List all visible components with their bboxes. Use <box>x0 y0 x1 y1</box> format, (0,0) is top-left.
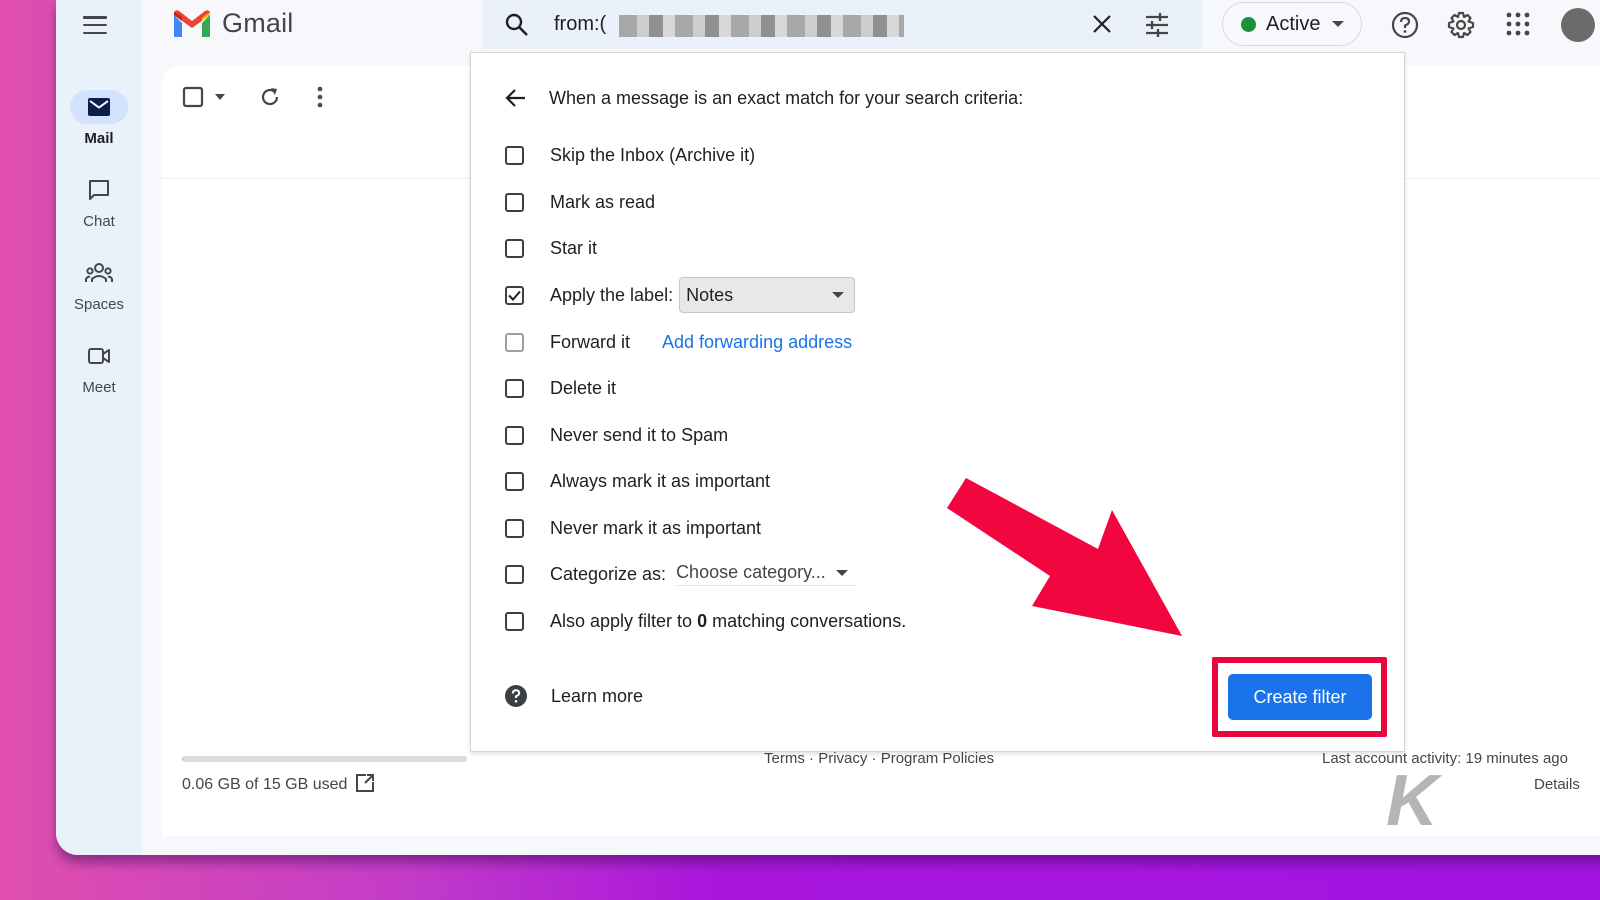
option-label: Never send it to Spam <box>550 424 729 445</box>
categorize-checkbox[interactable] <box>505 564 524 584</box>
apply-label-checkbox[interactable] <box>505 285 524 305</box>
skip-inbox-checkbox[interactable] <box>505 145 524 165</box>
option-apply-existing: Also apply filter to 0 matching conversa… <box>505 608 906 634</box>
help-circle-icon <box>505 685 527 707</box>
chevron-down-icon <box>1332 21 1345 27</box>
app-name: Gmail <box>222 8 294 38</box>
option-label: Categorize as: <box>550 563 667 584</box>
last-account-activity: Last account activity: 19 minutes ago <box>1322 750 1568 767</box>
panel-title: When a message is an exact match for you… <box>549 88 1024 108</box>
option-label: Skip the Inbox (Archive it) <box>550 144 756 165</box>
mark-as-read-checkbox[interactable] <box>505 192 524 212</box>
rail-item-chat[interactable]: Chat <box>56 173 142 230</box>
option-label-before: Also apply filter to <box>550 610 698 631</box>
never-important-checkbox[interactable] <box>505 518 524 538</box>
navigation-rail: Mail Chat Spaces Meet <box>56 0 142 855</box>
rail-label: Spaces <box>73 296 125 313</box>
program-policies-link[interactable]: Program Policies <box>881 750 994 767</box>
mail-icon <box>88 98 110 116</box>
search-icon[interactable] <box>504 12 530 38</box>
storage-progress-fill <box>182 756 184 762</box>
learn-more-link[interactable]: Learn more <box>505 685 643 707</box>
rail-label: Chat <box>83 213 115 230</box>
gmail-logo[interactable]: Gmail <box>172 8 294 39</box>
option-label: Delete it <box>550 377 617 398</box>
privacy-link[interactable]: Privacy <box>818 750 867 767</box>
help-icon[interactable] <box>1390 10 1420 40</box>
clear-search-icon[interactable] <box>1090 12 1114 36</box>
rail-item-meet[interactable]: Meet <box>56 339 142 396</box>
gmail-m-logo-icon <box>174 9 210 37</box>
option-skip-inbox: Skip the Inbox (Archive it) <box>505 142 755 168</box>
more-options-icon[interactable] <box>316 86 324 108</box>
option-label: Never mark it as important <box>550 517 762 538</box>
search-query[interactable]: from:( <box>554 13 606 36</box>
option-label: Apply the label: <box>550 284 674 305</box>
option-never-important: Never mark it as important <box>505 515 761 541</box>
rail-item-mail[interactable]: Mail <box>56 90 142 147</box>
forward-it-checkbox[interactable] <box>505 332 524 352</box>
option-always-important: Always mark it as important <box>505 468 770 494</box>
never-spam-checkbox[interactable] <box>505 425 524 445</box>
option-label: Always mark it as important <box>550 470 771 491</box>
open-in-new-icon[interactable] <box>354 772 376 794</box>
option-mark-read: Mark as read <box>505 189 655 215</box>
star-it-checkbox[interactable] <box>505 238 524 258</box>
refresh-icon[interactable] <box>258 85 282 109</box>
filter-actions-panel: When a message is an exact match for you… <box>470 52 1405 752</box>
option-label-after: matching conversations. <box>707 610 907 631</box>
label-select-value: Notes <box>686 284 734 305</box>
chat-icon <box>89 180 109 200</box>
option-never-spam: Never send it to Spam <box>505 422 728 448</box>
chevron-down-icon <box>835 569 848 576</box>
account-avatar[interactable] <box>1561 8 1595 42</box>
select-all-checkbox[interactable] <box>182 86 204 108</box>
option-delete-it: Delete it <box>505 375 616 401</box>
chevron-down-icon <box>832 292 845 298</box>
option-label: Star it <box>550 237 598 258</box>
select-dropdown-icon[interactable] <box>214 93 226 101</box>
option-apply-label: Apply the label: Notes <box>505 277 856 313</box>
category-select-dropdown[interactable]: Choose category... <box>676 562 857 586</box>
delete-it-checkbox[interactable] <box>505 378 524 398</box>
category-select-value: Choose category... <box>676 562 826 582</box>
label-select-dropdown[interactable]: Notes <box>679 277 856 313</box>
option-star-it: Star it <box>505 235 597 261</box>
learn-more-label: Learn more <box>551 685 644 706</box>
option-label: Mark as read <box>550 191 656 212</box>
search-options-icon[interactable] <box>1144 12 1170 38</box>
footer-separator: · <box>867 750 881 767</box>
always-important-checkbox[interactable] <box>505 471 524 491</box>
terms-link[interactable]: Terms <box>764 750 805 767</box>
hamburger-menu-icon[interactable] <box>83 13 107 37</box>
matching-count: 0 <box>697 610 708 631</box>
option-categorize: Categorize as: Choose category... <box>505 561 857 587</box>
storage-usage-text: 0.06 GB of 15 GB used <box>182 776 348 793</box>
watermark-logo: K <box>1386 761 1438 841</box>
rail-item-spaces[interactable]: Spaces <box>56 256 142 313</box>
redacted-email <box>619 15 904 37</box>
checkmark-icon <box>508 290 521 301</box>
footer-links: Terms · Privacy · Program Policies <box>764 750 994 767</box>
details-link[interactable]: Details <box>1534 776 1580 793</box>
spaces-icon <box>85 263 113 282</box>
apply-to-existing-checkbox[interactable] <box>505 611 524 631</box>
search-bar[interactable]: from:( <box>482 0 1202 50</box>
status-dot <box>1241 16 1256 32</box>
create-filter-button[interactable]: Create filter <box>1228 674 1372 720</box>
rail-label: Meet <box>82 379 116 396</box>
option-label: Forward it <box>550 331 631 352</box>
storage-progress-bar <box>182 756 467 762</box>
footer-separator: · <box>804 750 819 767</box>
apps-grid-icon[interactable] <box>1506 12 1530 36</box>
option-forward-it: Forward it Add forwarding address <box>505 329 852 355</box>
back-arrow-icon[interactable] <box>505 87 527 109</box>
rail-label: Mail <box>84 130 114 147</box>
option-label: Also apply filter to 0 matching conversa… <box>550 611 906 632</box>
add-forwarding-address-link[interactable]: Add forwarding address <box>662 332 852 353</box>
status-label: Active <box>1266 12 1321 35</box>
meet-icon <box>88 348 110 364</box>
status-dropdown[interactable]: Active <box>1222 2 1362 46</box>
settings-icon[interactable] <box>1446 10 1476 40</box>
